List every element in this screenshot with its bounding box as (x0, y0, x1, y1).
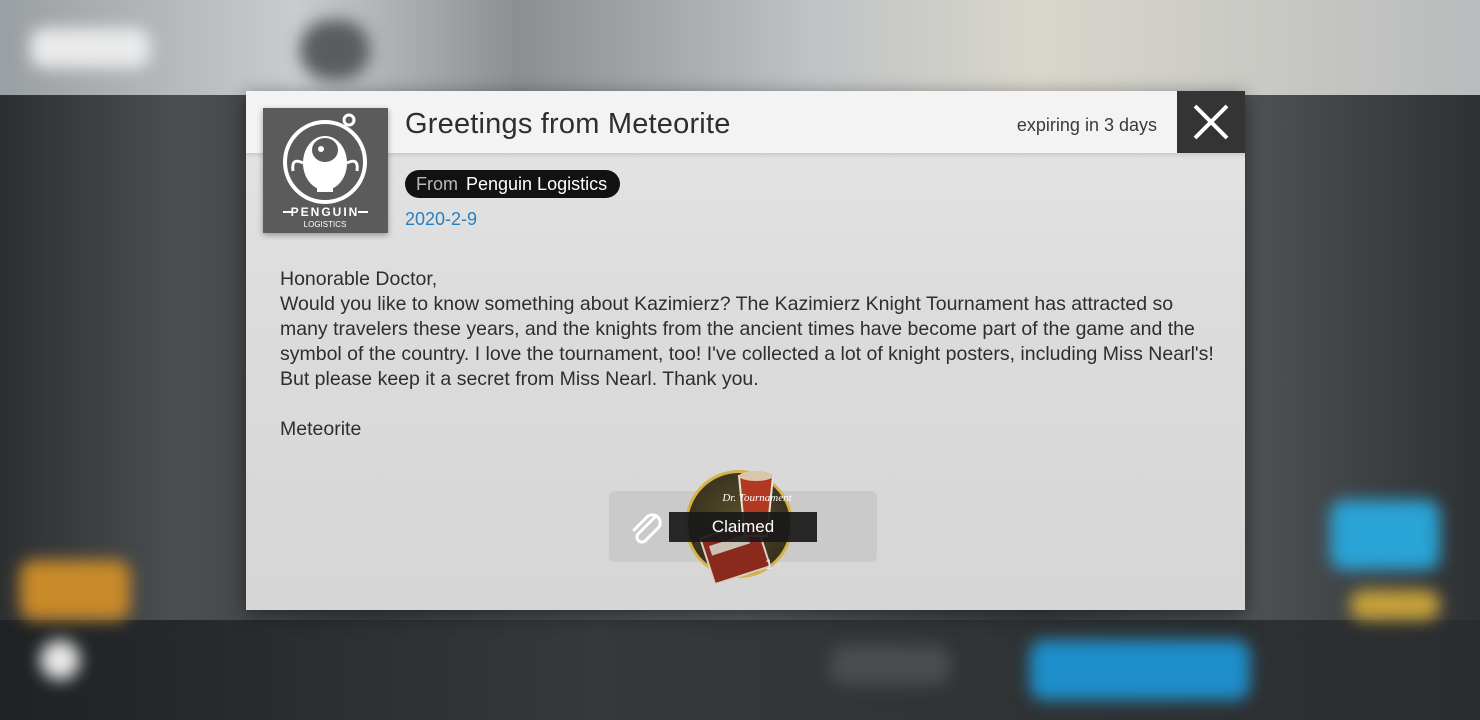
mail-dialog: PENGUIN LOGISTICS Greetings from Meteori… (246, 91, 1245, 610)
close-button[interactable] (1177, 91, 1245, 153)
close-icon (1193, 104, 1229, 140)
penguin-logistics-logo: PENGUIN LOGISTICS (283, 113, 368, 229)
sender-logo: PENGUIN LOGISTICS (263, 108, 388, 233)
mail-title: Greetings from Meteorite (405, 108, 731, 140)
logo-text-top: PENGUIN (291, 205, 360, 219)
sender-prefix: From (416, 173, 458, 194)
sender-badge: From Penguin Logistics (405, 170, 621, 198)
claimed-status: Claimed (669, 512, 817, 542)
paperclip-icon (632, 513, 662, 544)
expiry-label: expiring in 3 days (1016, 115, 1157, 135)
mail-date: 2020-2-9 (405, 209, 478, 229)
mail-greeting: Honorable Doctor, (280, 268, 438, 290)
item-label: Dr. Tournament (721, 492, 792, 504)
mail-body: Honorable Doctor, Would you like to know… (280, 267, 1220, 442)
logo-text-bottom: LOGISTICS (304, 220, 347, 229)
mail-paragraph: Would you like to know something about K… (280, 293, 1214, 390)
mail-signature: Meteorite (280, 418, 362, 440)
item-count: 1 (765, 556, 773, 572)
sender-name: Penguin Logistics (466, 173, 608, 194)
